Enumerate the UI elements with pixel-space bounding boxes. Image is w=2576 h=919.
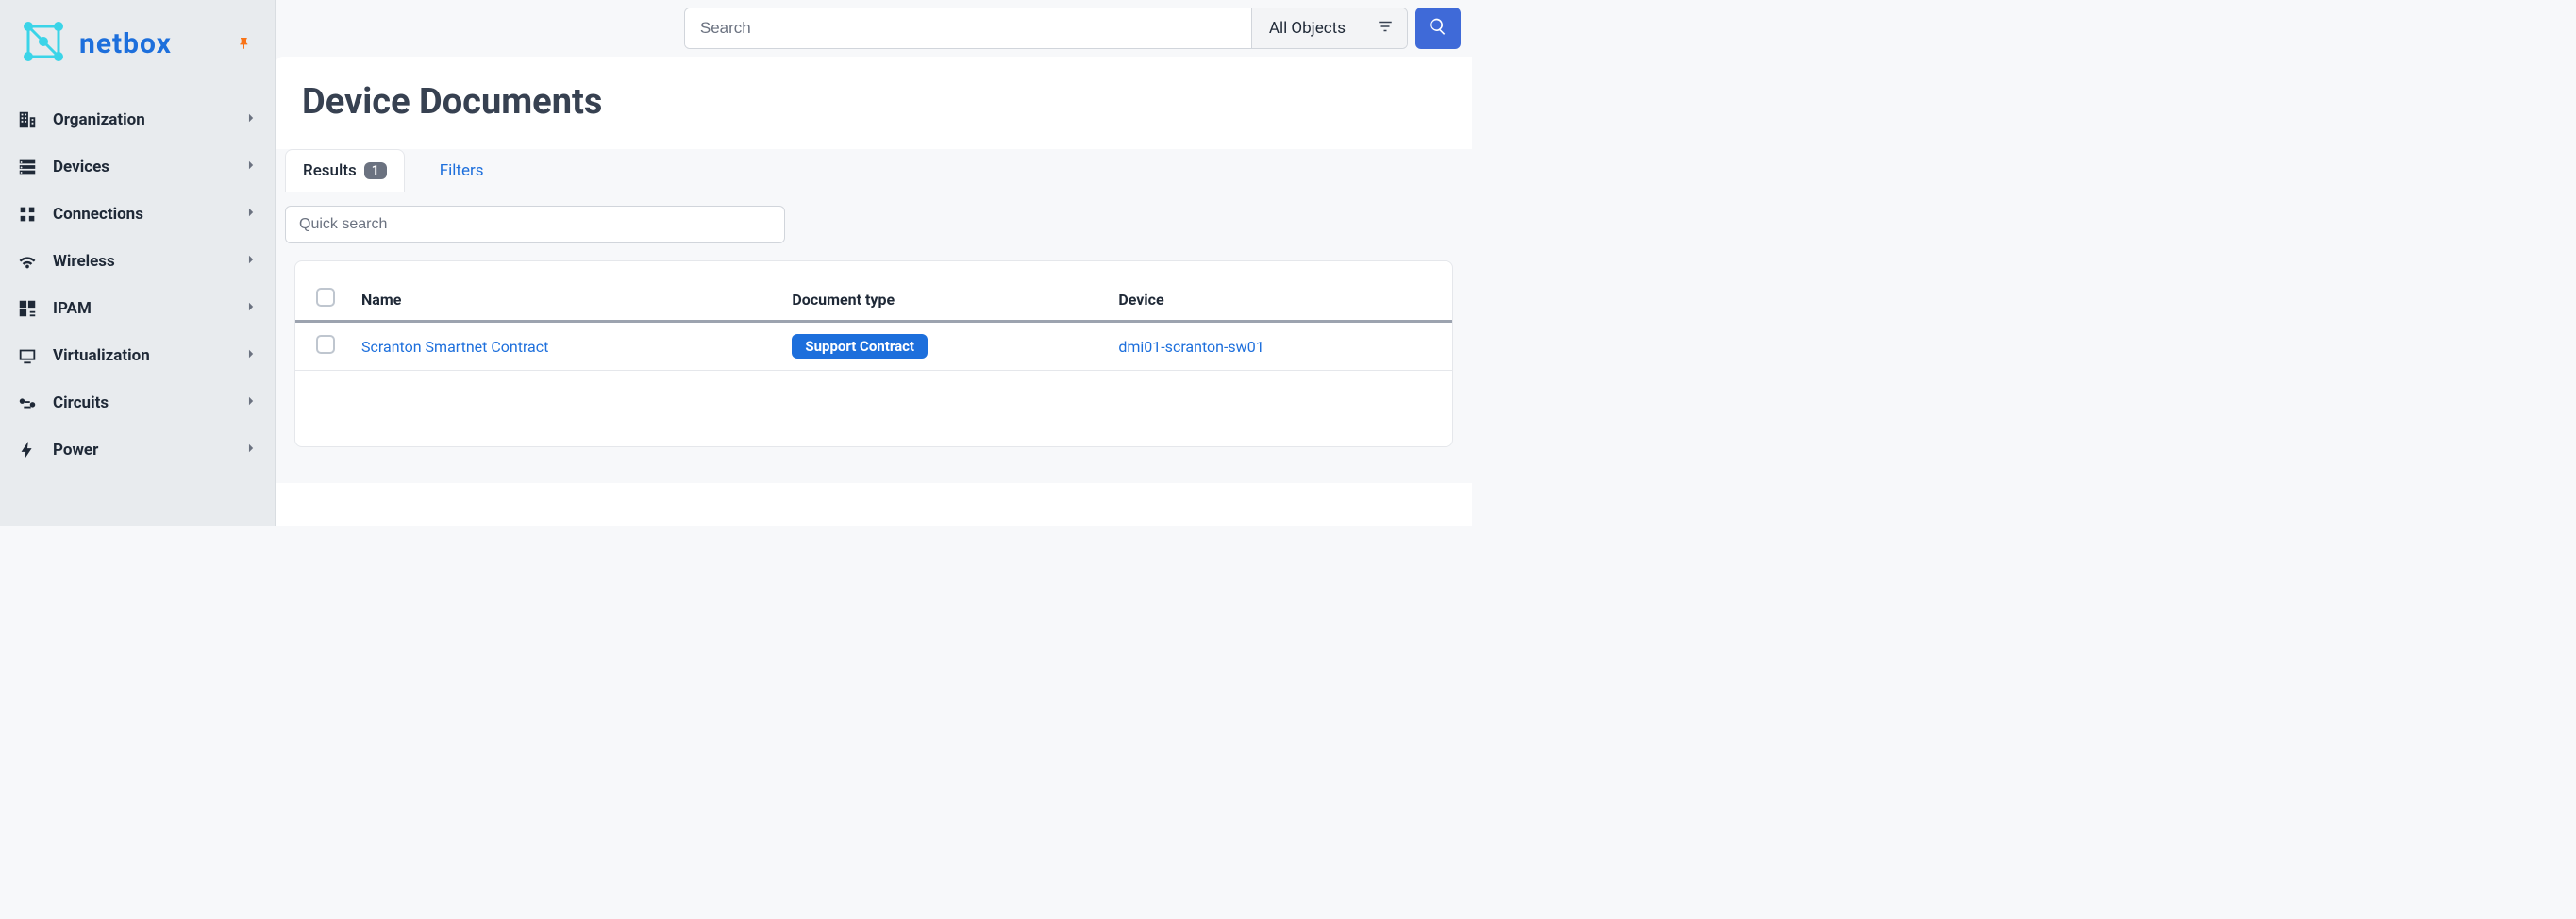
results-count-badge: 1 — [364, 162, 387, 179]
sidebar-item-virtualization[interactable]: Virtualization — [0, 332, 275, 379]
circuits-icon — [15, 393, 40, 413]
row-checkbox[interactable] — [316, 335, 335, 354]
sidebar-item-label: Organization — [53, 110, 145, 129]
filter-panel — [276, 192, 1472, 260]
sidebar-item-organization[interactable]: Organization — [0, 96, 275, 143]
select-all-checkbox[interactable] — [316, 288, 335, 307]
row-device-link[interactable]: dmi01-scranton-sw01 — [1118, 338, 1263, 356]
wireless-icon — [15, 251, 40, 272]
sidebar-item-connections[interactable]: Connections — [0, 191, 275, 238]
row-name-link[interactable]: Scranton Smartnet Contract — [361, 338, 548, 356]
sidebar-item-label: Devices — [53, 158, 109, 176]
doctype-badge: Support Contract — [792, 334, 928, 359]
chevron-right-icon — [244, 393, 258, 412]
content-area: Device Documents Results 1 Filters — [276, 57, 1472, 526]
filter-icon — [1377, 18, 1394, 39]
netbox-logo-icon — [19, 17, 68, 70]
object-type-select[interactable]: All Objects — [1251, 8, 1363, 48]
logo-row: netbox — [0, 0, 275, 96]
sidebar-item-label: Virtualization — [53, 346, 150, 365]
results-table: Name Document type Device Scranton Smart… — [295, 278, 1452, 371]
object-type-label: All Objects — [1269, 19, 1346, 38]
chevron-right-icon — [244, 299, 258, 318]
connections-icon — [15, 204, 40, 225]
topbar: All Objects — [276, 0, 1472, 57]
pin-icon[interactable] — [233, 32, 256, 55]
sidebar-item-wireless[interactable]: Wireless — [0, 238, 275, 285]
chevron-right-icon — [244, 205, 258, 224]
tabs: Results 1 Filters — [276, 149, 1472, 192]
sidebar-item-label: Circuits — [53, 393, 109, 412]
sidebar-item-label: Power — [53, 441, 98, 460]
sidebar-item-label: Wireless — [53, 252, 115, 271]
search-icon — [1429, 17, 1447, 40]
sidebar: netbox Organization Devices — [0, 0, 276, 526]
quick-search-input[interactable] — [285, 206, 785, 243]
tab-filters[interactable]: Filters — [422, 149, 502, 192]
chevron-right-icon — [244, 252, 258, 271]
filter-button[interactable] — [1363, 8, 1407, 48]
page-title: Device Documents — [276, 64, 1472, 142]
tab-results[interactable]: Results 1 — [285, 149, 405, 192]
col-doctype[interactable]: Document type — [778, 278, 1105, 322]
virtualization-icon — [15, 345, 40, 366]
chevron-right-icon — [244, 110, 258, 129]
global-search: All Objects — [684, 8, 1408, 49]
sidebar-nav: Organization Devices Connections — [0, 96, 275, 474]
search-button[interactable] — [1415, 8, 1461, 49]
sidebar-item-label: Connections — [53, 205, 143, 224]
sidebar-item-label: IPAM — [53, 299, 92, 318]
col-device[interactable]: Device — [1105, 278, 1452, 322]
chevron-right-icon — [244, 158, 258, 176]
chevron-right-icon — [244, 441, 258, 460]
organization-icon — [15, 109, 40, 130]
power-icon — [15, 440, 40, 460]
chevron-right-icon — [244, 346, 258, 365]
sidebar-item-power[interactable]: Power — [0, 426, 275, 474]
results-table-card: Name Document type Device Scranton Smart… — [294, 260, 1453, 447]
sidebar-item-ipam[interactable]: IPAM — [0, 285, 275, 332]
tab-filters-label: Filters — [440, 161, 484, 180]
col-name[interactable]: Name — [348, 278, 778, 322]
table-row: Scranton Smartnet Contract Support Contr… — [295, 322, 1452, 371]
ipam-icon — [15, 298, 40, 319]
sidebar-item-circuits[interactable]: Circuits — [0, 379, 275, 426]
sidebar-item-devices[interactable]: Devices — [0, 143, 275, 191]
search-input[interactable] — [685, 8, 1251, 48]
devices-icon — [15, 157, 40, 177]
brand-name: netbox — [79, 27, 172, 60]
tab-results-label: Results — [303, 161, 357, 180]
